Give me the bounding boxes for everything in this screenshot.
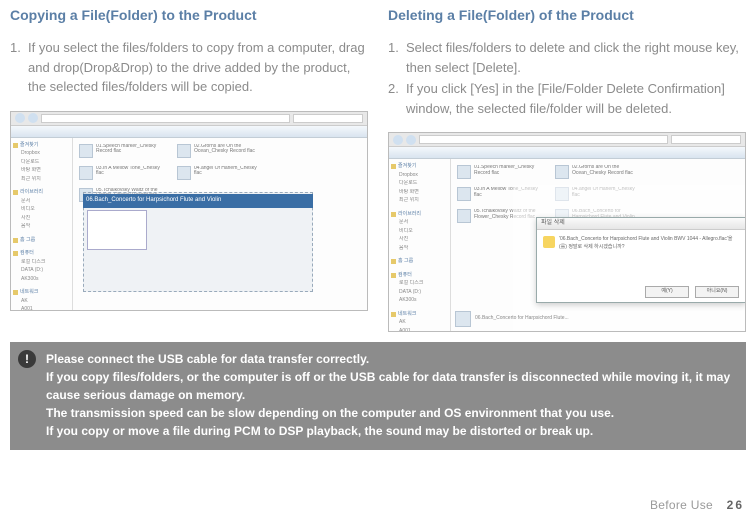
file-item: 01.Speech marker_Chesky Record flac <box>79 144 167 160</box>
audio-file-icon <box>455 311 471 327</box>
sidebar-group: 라이브러리 <box>391 211 448 219</box>
file-item: 01.Speech marker_Chesky Record flac <box>457 165 545 181</box>
deleting-steps: Select files/folders to delete and click… <box>388 38 746 118</box>
sidebar-group: 홈 그룹 <box>391 258 448 266</box>
deleting-step-1: Select files/folders to delete and click… <box>388 38 746 77</box>
sidebar-group: 네트워크 <box>13 289 70 297</box>
delete-confirmation-dialog: 파일 삭제 '06.Bach_Concerto for Harpsichord … <box>536 217 746 303</box>
explorer-sidebar: 즐겨찾기 Dropbox 다운로드 바탕 화면 최근 위치 라이브러리 문서 비… <box>11 138 73 310</box>
forward-icon <box>28 113 38 123</box>
audio-file-icon <box>555 165 569 179</box>
notice-line: The transmission speed can be slow depen… <box>46 404 734 422</box>
right-column: Deleting a File(Folder) of the Product S… <box>388 5 746 332</box>
drag-highlight: 06.Bach_Concerto for Harpsichord Flute a… <box>83 194 313 208</box>
audio-file-icon <box>457 165 471 179</box>
selected-file-footer: 06.Bach_Concerto for Harpsichord Flute..… <box>455 311 569 327</box>
page-footer: Before Use 26 <box>650 496 744 514</box>
copying-heading: Copying a File(Folder) to the Product <box>10 5 368 26</box>
file-item: 02.Grorns are On the Ocean_Chesky Record… <box>555 165 643 181</box>
forward-icon <box>406 135 416 145</box>
dialog-message: '06.Bach_Concerto for Harpsichord Flute … <box>559 236 739 251</box>
sidebar-group: 네트워크 <box>391 311 448 319</box>
audio-file-icon <box>79 166 93 180</box>
dialog-title: 파일 삭제 <box>537 218 745 230</box>
copying-step-1: If you select the files/folders to copy … <box>10 38 368 97</box>
sidebar-group: 컴퓨터 <box>13 250 70 258</box>
deleting-screenshot: 즐겨찾기 Dropbox 다운로드 바탕 화면 최근 위치 라이브러리 문서 비… <box>388 132 746 332</box>
address-bar <box>41 114 290 123</box>
notice-line: If you copy or move a file during PCM to… <box>46 422 734 440</box>
dialog-no-button[interactable]: 아니요(N) <box>695 286 739 298</box>
copying-screenshot: 즐겨찾기 Dropbox 다운로드 바탕 화면 최근 위치 라이브러리 문서 비… <box>10 111 368 311</box>
exclamation-icon: ! <box>18 350 36 368</box>
explorer-sidebar: 즐겨찾기 Dropbox 다운로드 바탕 화면 최근 위치 라이브러리 문서 비… <box>389 159 451 331</box>
copying-steps: If you select the files/folders to copy … <box>10 38 368 97</box>
explorer-file-pane: 01.Speech marker_Chesky Record flac 02.G… <box>73 138 367 310</box>
warning-notice-box: ! Please connect the USB cable for data … <box>10 342 746 450</box>
search-box <box>671 135 741 144</box>
sidebar-group: 즐겨찾기 <box>391 163 448 171</box>
sidebar-group: 즐겨찾기 <box>13 142 70 150</box>
address-bar <box>419 135 668 144</box>
dialog-yes-button[interactable]: 예(Y) <box>645 286 689 298</box>
audio-file-icon <box>79 144 93 158</box>
drag-thumbnail <box>87 210 147 250</box>
audio-file-icon <box>457 209 471 223</box>
audio-file-icon <box>177 166 191 180</box>
back-icon <box>393 135 403 145</box>
file-item: 03.In A Mellow Tone_Chesky flac <box>79 166 167 182</box>
page-number: 26 <box>727 498 744 512</box>
sidebar-group: 라이브러리 <box>13 189 70 197</box>
deleting-heading: Deleting a File(Folder) of the Product <box>388 5 746 26</box>
file-item: 04.angel Of Harlem_Chesky flac <box>177 166 265 182</box>
sidebar-group: 컴퓨터 <box>391 272 448 280</box>
search-box <box>293 114 363 123</box>
deleting-step-2: If you click [Yes] in the [File/Folder D… <box>388 79 746 118</box>
back-icon <box>15 113 25 123</box>
warning-icon <box>543 236 555 248</box>
notice-line: Please connect the USB cable for data tr… <box>46 350 734 368</box>
explorer-file-pane: 01.Speech marker_Chesky Record flac 02.G… <box>451 159 745 331</box>
footer-section: Before Use <box>650 498 713 512</box>
left-column: Copying a File(Folder) to the Product If… <box>10 5 368 332</box>
sidebar-group: 홈 그룹 <box>13 237 70 245</box>
notice-line: If you copy files/folders, or the comput… <box>46 368 734 404</box>
audio-file-icon <box>177 144 191 158</box>
explorer-toolbar <box>11 126 367 138</box>
file-item: 02.Grorns are On the Ocean_Chesky Record… <box>177 144 265 160</box>
explorer-toolbar <box>389 147 745 159</box>
audio-file-icon <box>457 187 471 201</box>
